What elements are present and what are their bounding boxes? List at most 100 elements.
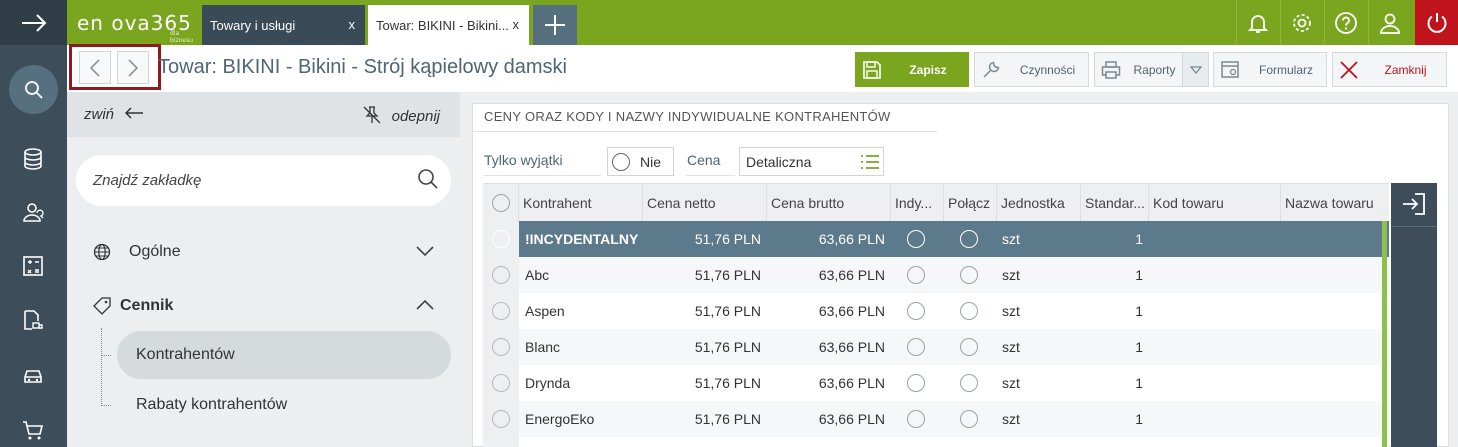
table-row[interactable]: EnergoEko 51,76 PLN 63,66 PLN szt 1 xyxy=(483,401,1389,437)
column-header[interactable]: Kod towaru xyxy=(1149,184,1281,222)
rail-item-vehicles[interactable] xyxy=(19,362,47,390)
individual-radio[interactable] xyxy=(907,221,937,257)
individual-radio[interactable] xyxy=(907,293,937,329)
individual-radio[interactable] xyxy=(907,401,937,437)
user-button[interactable] xyxy=(1368,0,1411,45)
column-header[interactable]: Standar... xyxy=(1081,184,1149,222)
tab-search-input[interactable]: Znajdź zakładkę xyxy=(76,155,451,206)
wrench-icon xyxy=(975,53,1007,86)
rail-item-contacts[interactable] xyxy=(19,198,47,226)
column-header[interactable]: Cena netto xyxy=(643,184,767,222)
login-icon[interactable] xyxy=(1401,191,1427,217)
sidebar-item-kontrahentow[interactable]: Kontrahentów xyxy=(117,331,451,379)
sidebar-group-cennik[interactable]: Cennik xyxy=(67,286,460,326)
unpin-sidebar-button[interactable]: odepnij xyxy=(363,106,440,125)
row-selector[interactable] xyxy=(483,221,519,257)
link-radio[interactable] xyxy=(960,401,990,437)
form-gear-icon xyxy=(1214,53,1246,86)
plus-icon xyxy=(545,15,565,35)
column-header[interactable]: Nazwa towaru xyxy=(1281,184,1389,222)
sidebar-item-rabaty-kontrahentow[interactable]: Rabaty kontrahentów xyxy=(117,381,451,429)
cell-jednostka: szt xyxy=(1002,411,1020,427)
link-radio[interactable] xyxy=(960,257,990,293)
list-icon[interactable] xyxy=(859,153,881,171)
actions-label: Czynności xyxy=(1019,62,1076,77)
table-row[interactable]: Aspen 51,76 PLN 63,66 PLN szt 1 xyxy=(483,293,1389,329)
chevron-down-icon xyxy=(416,246,434,257)
cell-netto: 51,76 PLN xyxy=(694,231,761,247)
sidebar: zwiń odepnij Znajdź zakładkę Ogólne Cenn… xyxy=(67,92,460,447)
toolbar-divider xyxy=(1391,226,1437,227)
save-button[interactable]: Zapisz xyxy=(855,52,969,87)
link-radio[interactable] xyxy=(960,329,990,365)
link-radio[interactable] xyxy=(960,365,990,401)
individual-radio[interactable] xyxy=(907,257,937,293)
menu-toggle-button[interactable] xyxy=(0,0,67,45)
arrow-left-icon xyxy=(125,107,144,119)
table-row[interactable]: !INCYDENTALNY 51,76 PLN 63,66 PLN szt 1 xyxy=(483,221,1389,257)
radio-icon xyxy=(960,302,978,320)
column-header[interactable]: Połącz xyxy=(944,184,997,222)
radio-icon xyxy=(612,152,630,171)
rail-item-database[interactable] xyxy=(19,145,47,173)
only-exceptions-toggle[interactable]: Nie xyxy=(607,147,674,176)
global-search-button[interactable] xyxy=(9,65,58,114)
row-selector[interactable] xyxy=(483,329,519,365)
row-selector[interactable] xyxy=(483,365,519,401)
individual-radio[interactable] xyxy=(907,329,937,365)
help-button[interactable] xyxy=(1324,0,1367,45)
unpin-label: odepnij xyxy=(391,108,440,125)
table-row[interactable]: Blanc 51,76 PLN 63,66 PLN szt 1 xyxy=(483,329,1389,365)
tab-search-placeholder: Znajdź zakładkę xyxy=(93,172,202,189)
sidebar-item-label: Kontrahentów xyxy=(136,346,235,363)
table-row-partial xyxy=(483,437,1389,447)
collapse-sidebar-button[interactable]: zwiń xyxy=(84,106,144,123)
arrow-right-icon xyxy=(21,13,46,32)
individual-radio[interactable] xyxy=(907,365,937,401)
row-selector[interactable] xyxy=(483,293,519,329)
tree-connector xyxy=(101,328,102,406)
notifications-button[interactable] xyxy=(1236,0,1279,45)
tab-towary[interactable]: Towary i usługi x xyxy=(202,5,365,45)
filter-underline xyxy=(483,175,601,176)
reports-button[interactable]: Raporty xyxy=(1094,52,1209,87)
form-button[interactable]: Formularz xyxy=(1213,52,1327,87)
contacts-icon xyxy=(23,203,44,222)
price-select[interactable]: Detaliczna xyxy=(739,147,884,176)
tab-close-button[interactable]: x xyxy=(349,17,356,32)
tab-towar-bikini[interactable]: Towar: BIKINI - Bikini... x xyxy=(368,5,529,45)
tab-close-button[interactable]: x xyxy=(513,17,520,32)
price-label: Cena xyxy=(687,152,721,168)
cell-netto: 51,76 PLN xyxy=(694,375,761,391)
radio-icon xyxy=(492,302,510,320)
rail-item-calculator[interactable] xyxy=(19,252,47,280)
rail-item-documents[interactable] xyxy=(19,306,47,334)
reports-dropdown-button[interactable] xyxy=(1182,53,1208,86)
radio-icon xyxy=(960,266,978,284)
radio-icon xyxy=(907,266,925,284)
table-row[interactable]: Drynda 51,76 PLN 63,66 PLN szt 1 xyxy=(483,365,1389,401)
close-button[interactable]: Zamknij xyxy=(1332,52,1447,87)
settings-button[interactable] xyxy=(1280,0,1323,45)
column-header[interactable]: Jednostka xyxy=(997,184,1081,222)
link-radio[interactable] xyxy=(960,221,990,257)
link-radio[interactable] xyxy=(960,293,990,329)
tab-label: Towar: BIKINI - Bikini... xyxy=(376,17,509,33)
table-row[interactable]: Abc 51,76 PLN 63,66 PLN szt 1 xyxy=(483,257,1389,293)
add-tab-button[interactable] xyxy=(533,5,577,45)
cell-standard: 1 xyxy=(1135,375,1143,391)
sidebar-group-ogolne[interactable]: Ogólne xyxy=(67,232,460,272)
power-icon xyxy=(1427,12,1446,33)
actions-button[interactable]: Czynności xyxy=(974,52,1089,87)
select-all-checkbox[interactable] xyxy=(483,184,519,222)
cell-standard: 1 xyxy=(1135,267,1143,283)
column-header[interactable]: Kontrahent xyxy=(519,184,643,222)
page-title: Towar: BIKINI - Bikini - Strój kąpielowy… xyxy=(158,56,568,78)
column-header[interactable]: Cena brutto xyxy=(767,184,891,222)
rail-item-cart[interactable] xyxy=(19,416,47,444)
row-selector[interactable] xyxy=(483,401,519,437)
column-header[interactable]: Indy... xyxy=(891,184,944,222)
close-label: Zamknij xyxy=(1384,62,1427,77)
row-selector[interactable] xyxy=(483,257,519,293)
power-button[interactable] xyxy=(1415,0,1458,45)
